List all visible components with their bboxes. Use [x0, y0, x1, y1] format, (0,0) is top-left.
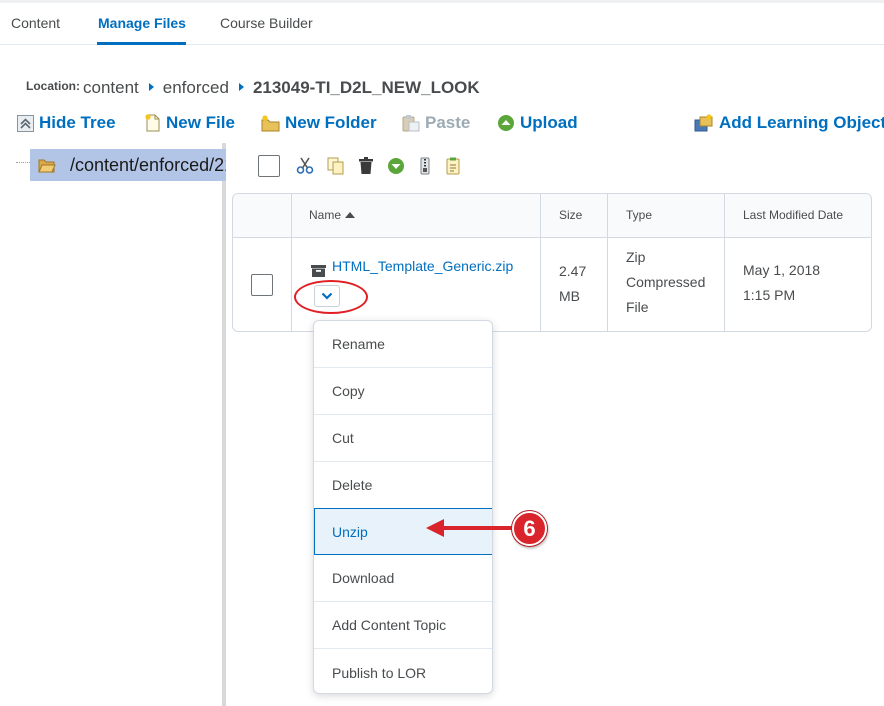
file-type: Zip Compressed File	[626, 245, 705, 320]
file-size-unit: MB	[559, 288, 580, 304]
paste-clipboard-icon[interactable]	[445, 157, 463, 175]
file-actions-dropdown-button[interactable]	[314, 285, 340, 307]
selection-toolbar	[258, 154, 463, 178]
paste-icon	[402, 114, 420, 132]
tree-connector	[16, 162, 30, 163]
new-folder-label: New Folder	[285, 113, 377, 132]
breadcrumb-separator-icon	[148, 83, 154, 91]
folder-open-icon	[38, 158, 56, 173]
new-file-label: New File	[166, 113, 235, 132]
file-toolbar: Hide Tree New File New Folder Paste Uplo…	[0, 113, 884, 137]
modified-time: 1:15 PM	[743, 287, 796, 303]
modified-column-header[interactable]: Last Modified Date	[743, 208, 843, 222]
files-table: Name Size Type Last Modified Date HTML_T…	[232, 193, 872, 332]
tab-course-builder[interactable]: Course Builder	[220, 15, 313, 31]
active-tab-indicator	[97, 42, 186, 45]
name-column-header[interactable]: Name	[309, 208, 356, 222]
hide-tree-label: Hide Tree	[39, 113, 116, 132]
callout-arrow-icon	[424, 516, 516, 545]
add-learning-object-label: Add Learning Object	[719, 113, 884, 132]
breadcrumb-separator-icon	[238, 83, 244, 91]
move-down-icon[interactable]	[387, 157, 405, 175]
folder-tree: /content/enforced/213049-TI_D2L_NEW_LOOK	[0, 143, 226, 706]
modified-date: May 1, 2018	[743, 262, 821, 278]
file-type-line: Compressed	[626, 274, 706, 290]
tab-manage-files[interactable]: Manage Files	[98, 15, 186, 31]
new-file-button[interactable]: New File	[145, 113, 235, 133]
file-type-line: File	[626, 299, 649, 315]
menu-item-copy[interactable]: Copy	[314, 368, 492, 415]
zip-icon[interactable]	[418, 157, 432, 175]
upload-button[interactable]: Upload	[497, 113, 578, 133]
column-divider	[540, 194, 541, 331]
paste-label: Paste	[425, 113, 471, 132]
file-size-value: 2.47	[559, 263, 587, 279]
tab-content[interactable]: Content	[11, 15, 60, 31]
breadcrumb-current: 213049-TI_D2L_NEW_LOOK	[252, 78, 480, 97]
trash-icon[interactable]	[358, 157, 374, 175]
learning-object-icon	[694, 114, 714, 132]
menu-item-add-content-topic[interactable]: Add Content Topic	[314, 602, 492, 649]
upload-icon	[497, 114, 515, 132]
new-folder-button[interactable]: New Folder	[261, 113, 377, 133]
file-size: 2.47 MB	[559, 259, 586, 309]
column-divider	[291, 194, 292, 331]
file-modified: May 1, 2018 1:15 PM	[743, 258, 820, 308]
tree-node-label: /content/enforced/213049-TI_D2L_NEW_LOOK	[70, 154, 226, 175]
breadcrumb-enforced[interactable]: enforced	[163, 78, 229, 98]
copy-icon[interactable]	[327, 157, 345, 175]
column-divider	[724, 194, 725, 331]
archive-icon	[311, 264, 326, 282]
menu-item-publish-to-lor[interactable]: Publish to LOR	[314, 649, 492, 693]
sort-ascending-icon	[345, 212, 356, 218]
breadcrumb: Location: content enforced 213049-TI_D2L…	[26, 78, 480, 98]
file-context-menu: Rename Copy Cut Delete Unzip Download Ad…	[313, 320, 493, 694]
file-name-link[interactable]: HTML_Template_Generic.zip	[332, 258, 513, 274]
paste-button[interactable]: Paste	[402, 113, 470, 133]
step-number-badge: 6	[512, 511, 547, 546]
column-divider	[607, 194, 608, 331]
tab-bar: Content Manage Files Course Builder	[0, 3, 884, 45]
tree-node-selected[interactable]: /content/enforced/213049-TI_D2L_NEW_LOOK	[30, 149, 226, 181]
hide-tree-button[interactable]: Hide Tree	[17, 113, 116, 133]
collapse-up-icon	[17, 114, 34, 132]
upload-label: Upload	[520, 113, 578, 132]
new-folder-icon	[261, 114, 280, 132]
type-column-header[interactable]: Type	[626, 208, 652, 222]
new-file-icon	[145, 114, 161, 132]
scissors-icon[interactable]	[296, 157, 314, 175]
location-label: Location:	[26, 79, 80, 93]
menu-item-delete[interactable]: Delete	[314, 462, 492, 509]
select-all-checkbox[interactable]	[258, 155, 280, 177]
file-type-line: Zip	[626, 249, 646, 265]
menu-item-cut[interactable]: Cut	[314, 415, 492, 462]
menu-item-download[interactable]: Download	[314, 555, 492, 602]
add-learning-object-button[interactable]: Add Learning Object	[694, 113, 884, 133]
menu-item-rename[interactable]: Rename	[314, 321, 492, 368]
size-column-header[interactable]: Size	[559, 208, 582, 222]
row-checkbox[interactable]	[251, 274, 273, 296]
chevron-down-icon	[321, 287, 333, 305]
name-header-label: Name	[309, 208, 342, 222]
breadcrumb-content[interactable]: content	[83, 78, 139, 98]
